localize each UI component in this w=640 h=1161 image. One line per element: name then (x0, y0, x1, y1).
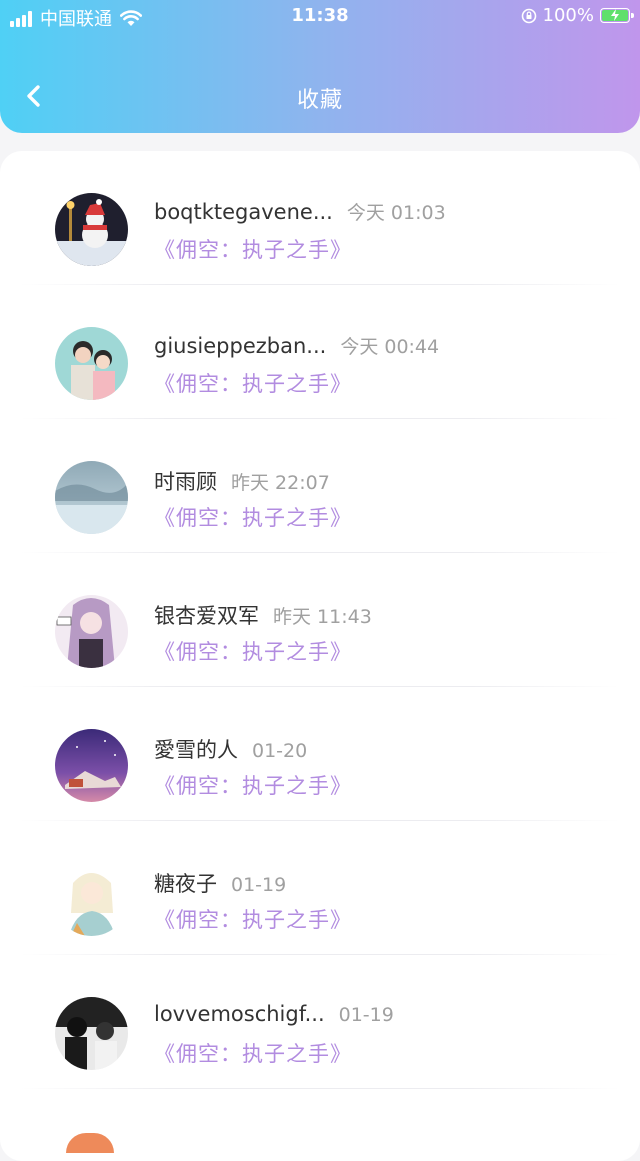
favorites-card: boqtktegavene... 今天 01:03 《佣空：执子之手》 giusi… (0, 151, 640, 1161)
list-item[interactable]: giusieppezban... 今天 00:44 《佣空：执子之手》 (0, 285, 640, 419)
user-name: 愛雪的人 01-20 (154, 734, 307, 764)
book-title: 《佣空：执子之手》 (154, 506, 352, 530)
user-name: giusieppezban... 今天 00:44 (154, 332, 439, 359)
divider (20, 1088, 620, 1089)
list-item[interactable]: lovvemoschigf... 01-19 《佣空：执子之手》 (0, 955, 640, 1089)
list-item[interactable]: 时雨顾 昨天 22:07 《佣空：执子之手》 (0, 419, 640, 553)
user-name: 时雨顾 昨天 22:07 (154, 466, 330, 496)
avatar (55, 863, 128, 936)
post-time: 01-20 (252, 740, 308, 762)
book-title: 《佣空：执子之手》 (154, 1042, 352, 1066)
book-title: 《佣空：执子之手》 (154, 640, 352, 664)
post-time: 01-19 (231, 874, 287, 896)
book-title: 《佣空：执子之手》 (154, 238, 352, 262)
header-bar: 中国联通 11:38 100% 收藏 (0, 0, 640, 133)
battery-percent: 100% (542, 5, 594, 26)
avatar (55, 729, 128, 802)
book-title: 《佣空：执子之手》 (154, 774, 352, 798)
list-item[interactable]: boqtktegavene... 今天 01:03 《佣空：执子之手》 (0, 151, 640, 285)
post-time: 昨天 11:43 (273, 606, 372, 628)
post-time: 今天 01:03 (346, 202, 446, 224)
book-title: 《佣空：执子之手》 (154, 372, 352, 396)
avatar (55, 193, 128, 266)
user-name-text: boqtktegavene... (154, 200, 333, 224)
avatar (55, 595, 128, 668)
avatar (55, 327, 128, 400)
user-name: lovvemoschigf... 01-19 (154, 1002, 394, 1026)
battery-charging-icon (600, 8, 634, 23)
user-name-text: 糖夜子 (154, 872, 217, 896)
post-time: 昨天 22:07 (231, 472, 330, 494)
user-name-text: 银杏爱双军 (154, 604, 259, 628)
list-item[interactable]: 愛雪的人 01-20 《佣空：执子之手》 (0, 687, 640, 821)
post-time: 今天 00:44 (340, 336, 440, 358)
user-name-text: 时雨顾 (154, 470, 217, 494)
book-title: 《佣空：执子之手》 (154, 908, 352, 932)
post-time: 01-19 (338, 1004, 394, 1026)
user-name: 银杏爱双军 昨天 11:43 (154, 600, 372, 630)
user-name-text: giusieppezban... (154, 334, 327, 358)
page-title: 收藏 (296, 88, 343, 113)
user-name-text: lovvemoschigf... (154, 1002, 325, 1026)
list-item[interactable]: 糖夜子 01-19 《佣空：执子之手》 (0, 821, 640, 955)
user-name: boqtktegavene... 今天 01:03 (154, 198, 446, 225)
avatar (55, 461, 128, 534)
list-item[interactable]: 银杏爱双军 昨天 11:43 《佣空：执子之手》 (0, 553, 640, 687)
avatar (55, 997, 128, 1070)
status-bar: 中国联通 11:38 100% (0, 0, 640, 34)
status-right: 100% (521, 5, 634, 26)
user-name: 糖夜子 01-19 (154, 868, 286, 898)
user-name-text: 愛雪的人 (154, 738, 238, 762)
rotation-lock-icon (521, 8, 536, 23)
